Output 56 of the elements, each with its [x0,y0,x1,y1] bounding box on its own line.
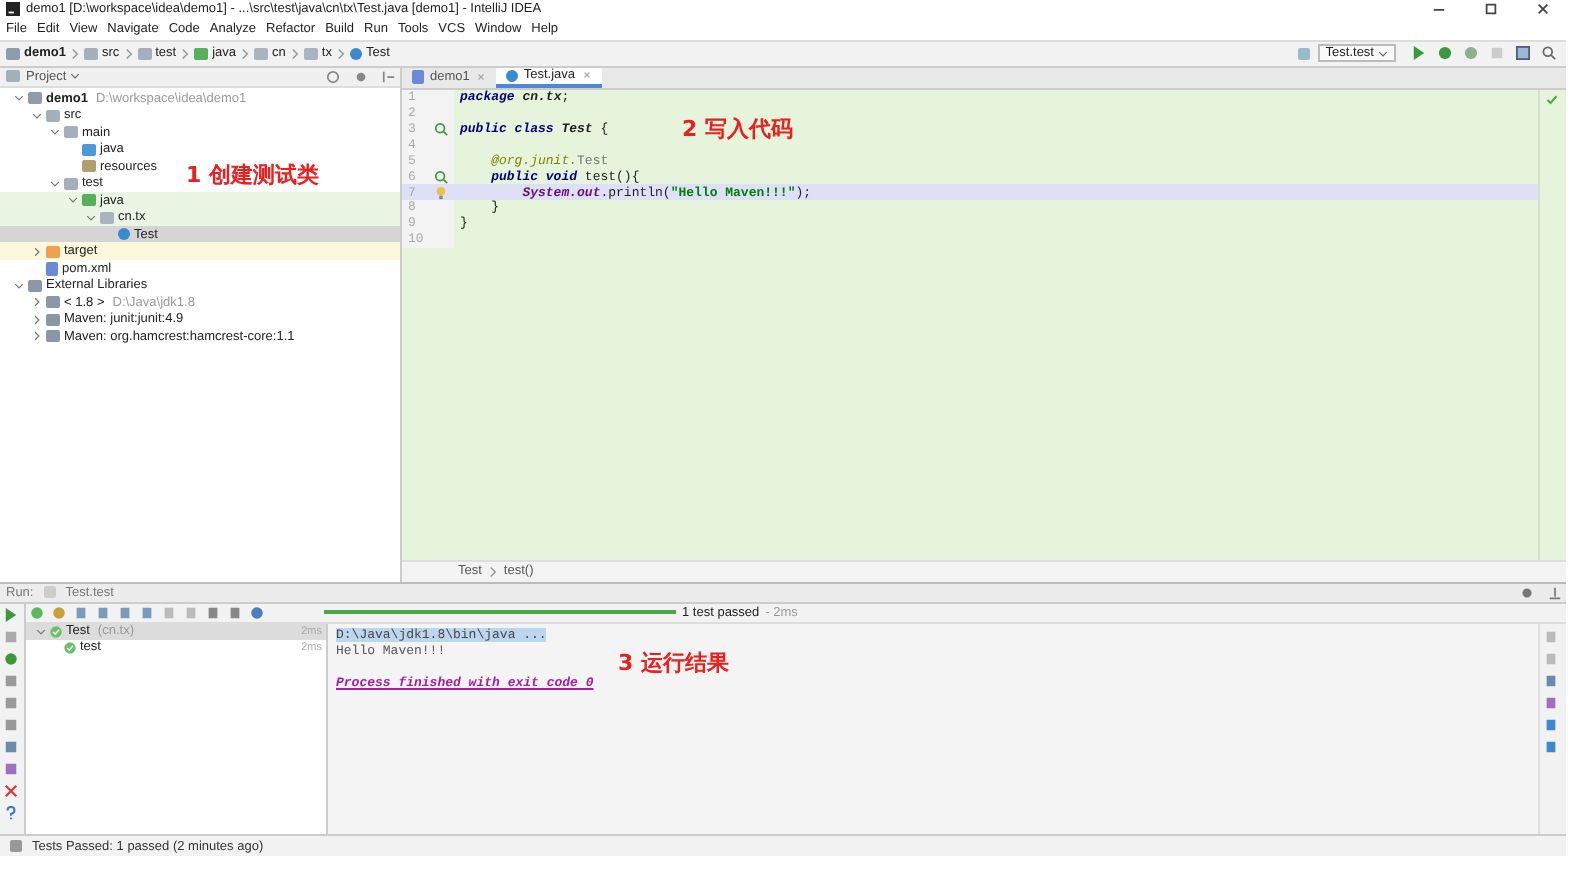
structure-icon[interactable] [1516,46,1530,61]
rerun-icon[interactable] [4,651,18,666]
folder-icon [46,245,60,258]
chevron-icon[interactable] [13,92,23,105]
file-icon [412,70,424,85]
chevron-icon [123,47,134,60]
chevron-icon[interactable] [31,330,41,343]
class-icon [505,69,518,82]
chevron-icon [487,565,498,578]
maximize-icon[interactable] [1484,2,1498,17]
hide-icon[interactable] [382,69,396,84]
bulb-icon[interactable] [434,185,448,200]
folder-icon [254,47,269,60]
stop-icon[interactable] [4,673,18,688]
chevron-icon [289,47,300,60]
chevron-icon[interactable] [49,177,59,190]
folder-icon [303,47,318,60]
folder-icon [137,47,152,60]
chevron-icon [335,47,346,60]
close-icon[interactable] [4,783,18,798]
run-gutter-icon[interactable] [434,122,448,137]
chevron-icon[interactable] [31,313,41,326]
chevron-icon[interactable] [85,211,95,224]
chevron-icon[interactable] [36,625,46,638]
chevron-icon[interactable] [13,279,23,292]
chevron-icon[interactable] [49,126,59,139]
annotation-text: 3 运行结果 [618,647,729,678]
chevron-icon [180,47,191,60]
build-icon[interactable] [1297,47,1310,60]
file-icon [46,261,58,276]
coverage-icon[interactable] [1464,46,1478,61]
target-icon[interactable] [326,69,340,84]
caret-icon [1378,49,1388,58]
close-icon[interactable] [1536,2,1550,17]
annotation-text: 1 创建测试类 [186,159,319,190]
annotation-text: 2 写入代码 [682,113,793,144]
chevron-icon[interactable] [31,245,41,258]
chevron-icon[interactable] [31,109,41,122]
play-icon[interactable] [1412,46,1426,61]
caret-icon [70,72,81,81]
chevron-icon[interactable] [67,194,77,207]
search-icon[interactable] [1542,46,1556,61]
hide-icon[interactable] [1548,585,1562,600]
folder-icon [194,47,209,60]
class-icon [118,228,130,241]
run-gutter-icon[interactable] [434,169,448,184]
debug-icon[interactable] [1438,46,1452,61]
class-icon [349,47,362,60]
check-icon [1546,93,1558,106]
folder-icon [83,47,98,60]
play-icon[interactable] [4,607,18,622]
chevron-icon[interactable] [31,296,41,309]
panel-toggle-icon[interactable] [10,840,22,853]
chevron-icon [240,47,251,60]
chevron-icon [69,47,80,60]
help-icon[interactable] [4,805,18,820]
